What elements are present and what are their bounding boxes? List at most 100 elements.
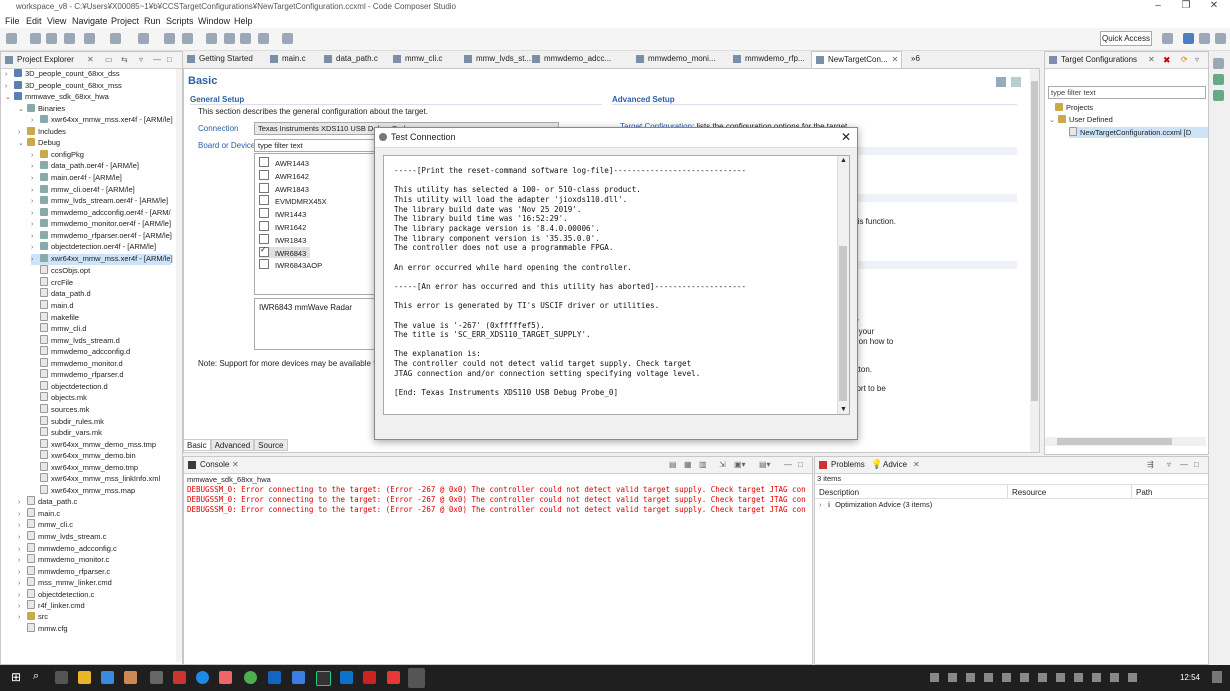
device-checkbox[interactable] (259, 245, 269, 257)
expand-icon[interactable]: › (31, 210, 40, 217)
menu-navigate[interactable]: Navigate (72, 16, 108, 26)
ccs-debug-perspective-icon[interactable] (1199, 33, 1210, 44)
column-resource[interactable]: Resource (1012, 488, 1046, 497)
maximize-icon[interactable]: ❐ (1172, 0, 1200, 11)
word-wrap-icon[interactable]: ▥ (699, 460, 707, 469)
tree-item[interactable]: › mmwdemo_rfparser.oer4f - [ARM/le] (31, 230, 172, 242)
editor-tab[interactable]: data_path.c (320, 51, 388, 67)
advice-tab[interactable]: Advice (883, 460, 907, 469)
flash-icon[interactable] (138, 33, 149, 44)
tree-item[interactable]: mmw.cfg (18, 623, 68, 634)
tree-item[interactable]: › objectdetection.oer4f - [ARM/le] (31, 242, 156, 253)
close-view-icon[interactable]: ✕ (913, 460, 920, 469)
clear-console-icon[interactable]: ▤ (669, 460, 677, 469)
vscode-icon[interactable] (340, 671, 353, 684)
terminal-app-icon[interactable] (316, 671, 331, 686)
expand-icon[interactable]: ⌄ (18, 139, 27, 147)
forward-icon[interactable] (282, 33, 293, 44)
tree-item[interactable]: mmw_lvds_stream.d (31, 334, 120, 346)
link-icon[interactable] (206, 33, 217, 44)
expand-icon[interactable]: › (5, 71, 14, 78)
delete-icon[interactable]: ✖ (1163, 55, 1171, 66)
editor-page-tab-basic[interactable]: Basic (183, 439, 211, 451)
notification-icon[interactable] (1212, 671, 1222, 683)
expand-icon[interactable]: ⌄ (18, 105, 27, 113)
expand-icon[interactable]: › (31, 198, 40, 205)
device-item[interactable]: IWR6843 (259, 245, 311, 258)
device-checkbox[interactable] (259, 169, 269, 180)
column-path[interactable]: Path (1136, 488, 1152, 497)
layout-horizontal-icon[interactable] (996, 77, 1006, 87)
build-icon[interactable] (84, 33, 95, 44)
menu-window[interactable]: Window (198, 16, 230, 26)
menu-help[interactable]: Help (234, 16, 253, 26)
back-icon[interactable] (258, 33, 269, 44)
scroll-lock-icon[interactable]: ▦ (684, 460, 692, 469)
tree-item[interactable]: › mss_mmw_linker.cmd (18, 577, 112, 588)
scroll-down-icon[interactable]: ▼ (840, 406, 847, 413)
tree-item[interactable]: objects.mk (31, 392, 87, 403)
tree-item[interactable]: xwr64xx_mmw_demo.bin (31, 450, 136, 461)
tree-scrollbar[interactable] (176, 69, 182, 662)
menu-run[interactable]: Run (144, 16, 161, 26)
tree-item[interactable]: objectdetection.d (31, 380, 108, 392)
tree-item[interactable]: xwr64xx_mmw_mss_linkInfo.xml (31, 473, 160, 484)
target-config-hscrollbar[interactable] (1045, 437, 1206, 446)
target-filter-input[interactable]: type filter text (1048, 86, 1206, 99)
scroll-up-icon[interactable]: ▲ (840, 157, 847, 164)
menu-scripts[interactable]: Scripts (166, 16, 194, 26)
device-item[interactable]: IWR1642 (259, 221, 310, 232)
editor-scrollbar[interactable] (1030, 69, 1039, 452)
menu-file[interactable]: File (5, 16, 20, 26)
tree-item[interactable]: mmwdemo_adcconfig.d (31, 346, 130, 357)
tree-item[interactable]: › src (18, 611, 48, 623)
expand-icon[interactable]: › (31, 256, 40, 263)
system-tray-icons[interactable] (930, 673, 1140, 682)
tree-item[interactable]: › mmwdemo_adcconfig.oer4f - [ARM/ (31, 207, 171, 219)
log-scrollbar[interactable]: ▲ ▼ (837, 156, 849, 414)
tree-item[interactable]: mmwdemo_monitor.d (31, 357, 123, 369)
tree-item[interactable]: › mmwdemo_rfparser.c (18, 565, 110, 577)
tree-item[interactable]: › mmw_cli.oer4f - [ARM/le] (31, 184, 135, 196)
expand-icon[interactable]: › (31, 175, 40, 182)
expand-icon[interactable]: › (18, 534, 27, 541)
restore-icon[interactable] (1213, 58, 1224, 69)
maximize-view-icon[interactable]: □ (1194, 460, 1199, 469)
tree-item[interactable]: ⌄ Debug (18, 138, 60, 149)
editor-page-tab-advanced[interactable]: Advanced (210, 439, 255, 451)
expand-icon[interactable]: › (18, 580, 27, 587)
expand-icon[interactable]: › (18, 522, 27, 529)
search-icon[interactable] (164, 33, 175, 44)
console-title[interactable]: Console (200, 460, 229, 469)
task-view-icon[interactable] (55, 671, 68, 684)
debug-icon[interactable] (110, 33, 121, 44)
tree-item[interactable]: ccsObjs.opt (31, 265, 90, 276)
projects-node[interactable]: Projects (1055, 103, 1093, 114)
save-all-icon[interactable] (46, 33, 57, 44)
ccs-simple-perspective-icon[interactable] (1215, 33, 1226, 44)
menu-project[interactable]: Project (111, 16, 139, 26)
quick-access-field[interactable]: Quick Access (1100, 31, 1152, 46)
tree-item[interactable]: › mmw_lvds_stream.c (18, 531, 106, 542)
tree-item[interactable]: › main.oer4f - [ARM/le] (31, 172, 122, 184)
tree-item[interactable]: › mmwdemo_monitor.oer4f - [ARM/le] (31, 219, 171, 230)
menu-edit[interactable]: Edit (26, 16, 42, 26)
minimize-view-icon[interactable]: — (153, 55, 161, 64)
taskbar-clock[interactable]: 12:54 (1180, 673, 1200, 682)
app-icon-3[interactable] (173, 671, 186, 684)
pin-console-icon[interactable]: ⇲ (719, 460, 726, 469)
link-editor-icon[interactable]: ⇆ (121, 55, 128, 64)
app-icon-7[interactable] (387, 671, 400, 684)
tree-item[interactable]: › mmw_lvds_stream.oer4f - [ARM/le] (31, 196, 168, 207)
tree-item[interactable]: › mmwdemo_monitor.c (18, 554, 109, 565)
collapse-all-icon[interactable]: ▭ (105, 55, 113, 64)
device-checkbox[interactable] (259, 157, 269, 167)
tree-item[interactable]: › xwr64xx_mmw_mss.xer4f - [ARM/le] (31, 253, 173, 265)
store-icon[interactable] (101, 671, 114, 684)
connection-log[interactable]: -----[Print the reset-command software l… (383, 155, 850, 415)
user-defined-node[interactable]: ⌄ User Defined (1049, 115, 1113, 126)
device-item[interactable]: IWR6843AOP (259, 259, 326, 270)
device-checkbox[interactable] (259, 233, 269, 244)
search-icon[interactable]: ⌕ (33, 670, 46, 683)
close-tab-icon[interactable]: ✕ (892, 55, 899, 64)
